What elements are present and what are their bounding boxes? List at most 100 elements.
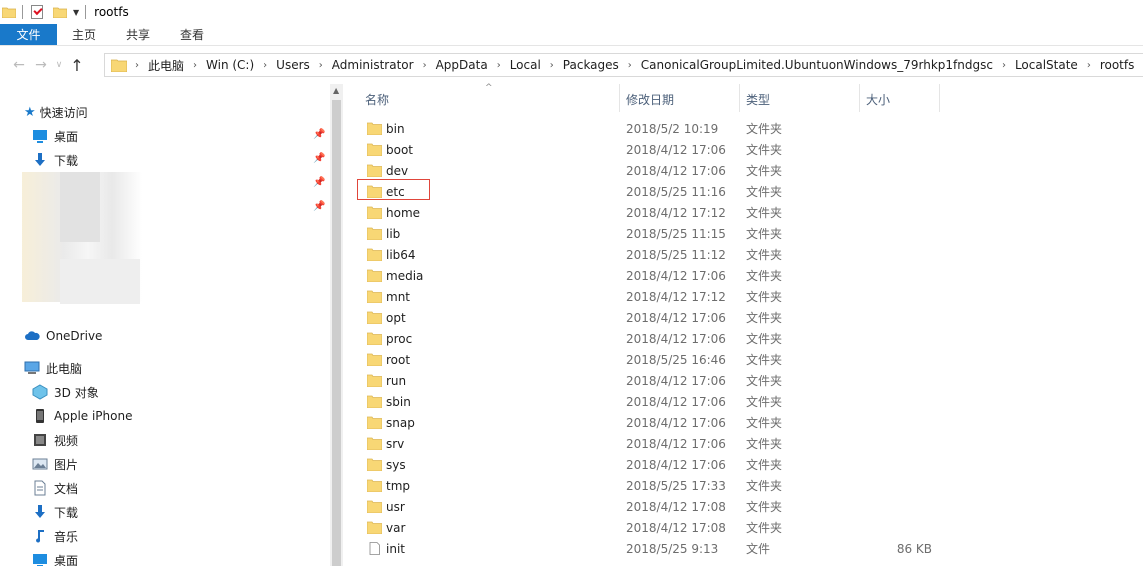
sidebar-item-3d-objects[interactable]: 3D 对象	[32, 381, 99, 403]
breadcrumb-chevron-icon[interactable]: ›	[319, 60, 323, 71]
file-row[interactable]: tmp 2018/5/25 17:33 文件夹	[357, 475, 977, 496]
breadcrumb-chevron-icon[interactable]: ›	[550, 60, 554, 71]
column-divider[interactable]	[739, 84, 740, 112]
new-folder-icon[interactable]	[53, 7, 67, 18]
file-row[interactable]: root 2018/5/25 16:46 文件夹	[357, 349, 977, 370]
sidebar-item-pictures[interactable]: 图片	[32, 453, 78, 475]
file-row[interactable]: lib64 2018/5/25 11:12 文件夹	[357, 244, 977, 265]
file-row[interactable]: sys 2018/4/12 17:06 文件夹	[357, 454, 977, 475]
breadcrumb-chevron-icon[interactable]: ›	[497, 60, 501, 71]
file-name-cell[interactable]: var	[367, 517, 405, 538]
scroll-up-icon[interactable]: ▲	[333, 86, 339, 95]
file-name-cell[interactable]: init	[367, 538, 405, 559]
file-name-cell[interactable]: bin	[367, 118, 405, 139]
column-header-size[interactable]: 大小	[866, 88, 890, 110]
sidebar-item-download[interactable]: 下载	[32, 501, 78, 523]
file-name-cell[interactable]: lib	[367, 223, 400, 244]
breadcrumb-chevron-icon[interactable]: ›	[1087, 60, 1091, 71]
file-row[interactable]: srv 2018/4/12 17:06 文件夹	[357, 433, 977, 454]
breadcrumb-item[interactable]: AppData	[436, 58, 488, 72]
file-name-cell[interactable]: mnt	[367, 286, 410, 307]
file-row[interactable]: boot 2018/4/12 17:06 文件夹	[357, 139, 977, 160]
tab-home[interactable]: 主页	[57, 24, 111, 45]
properties-icon[interactable]	[31, 5, 43, 19]
sidebar-item-onedrive[interactable]: OneDrive	[24, 325, 102, 347]
file-row[interactable]: opt 2018/4/12 17:06 文件夹	[357, 307, 977, 328]
address-bar[interactable]: › 此电脑 › Win (C:) › Users › Administrator › AppDa…	[104, 53, 1143, 77]
pin-icon[interactable]: 📌	[313, 129, 325, 140]
scroll-thumb[interactable]	[332, 100, 341, 566]
column-header-type[interactable]: 类型	[746, 88, 770, 110]
sidebar-item-video[interactable]: 视频	[32, 429, 78, 451]
sidebar-item-downloads[interactable]: 下载	[32, 149, 78, 171]
file-name-cell[interactable]: sys	[367, 454, 406, 475]
file-row[interactable]: home 2018/4/12 17:12 文件夹	[357, 202, 977, 223]
back-arrow-icon[interactable]: ←	[8, 57, 30, 73]
file-name-cell[interactable]: snap	[367, 412, 415, 433]
file-row[interactable]: media 2018/4/12 17:06 文件夹	[357, 265, 977, 286]
file-name-cell[interactable]: dev	[367, 160, 408, 181]
file-name-cell[interactable]: opt	[367, 307, 406, 328]
file-name-cell[interactable]: srv	[367, 433, 404, 454]
pin-icon[interactable]: 📌	[313, 177, 325, 188]
file-row[interactable]: usr 2018/4/12 17:08 文件夹	[357, 496, 977, 517]
file-row[interactable]: snap 2018/4/12 17:06 文件夹	[357, 412, 977, 433]
column-header-date[interactable]: 修改日期	[626, 88, 674, 110]
recent-locations-chevron-icon[interactable]: ∨	[52, 60, 66, 70]
file-name-cell[interactable]: run	[367, 370, 406, 391]
column-divider[interactable]	[859, 84, 860, 112]
forward-arrow-icon[interactable]: →	[30, 57, 52, 73]
file-row[interactable]: sbin 2018/4/12 17:06 文件夹	[357, 391, 977, 412]
file-name-cell[interactable]: tmp	[367, 475, 410, 496]
breadcrumb-item[interactable]: rootfs	[1100, 58, 1135, 72]
sidebar-item-documents[interactable]: 文档	[32, 477, 78, 499]
file-row[interactable]: bin 2018/5/2 10:19 文件夹	[357, 118, 977, 139]
sidebar-item-desktop[interactable]: 桌面	[32, 125, 78, 147]
file-name-cell[interactable]: sbin	[367, 391, 411, 412]
file-name-cell[interactable]: proc	[367, 328, 412, 349]
file-row[interactable]: init 2018/5/25 9:13 文件 86 KB	[357, 538, 977, 559]
breadcrumb-item[interactable]: Local	[510, 58, 541, 72]
file-row[interactable]: mnt 2018/4/12 17:12 文件夹	[357, 286, 977, 307]
file-row[interactable]: proc 2018/4/12 17:06 文件夹	[357, 328, 977, 349]
breadcrumb-chevron-icon[interactable]: ›	[135, 60, 139, 71]
breadcrumb-item[interactable]: Administrator	[332, 58, 414, 72]
tab-view[interactable]: 查看	[165, 24, 219, 45]
file-row[interactable]: dev 2018/4/12 17:06 文件夹	[357, 160, 977, 181]
column-divider[interactable]	[939, 84, 940, 112]
sidebar-item-music[interactable]: 音乐	[32, 525, 78, 547]
breadcrumb-item[interactable]: Win (C:)	[206, 58, 254, 72]
pin-icon[interactable]: 📌	[313, 153, 325, 164]
file-row[interactable]: var 2018/4/12 17:08 文件夹	[357, 517, 977, 538]
file-name-cell[interactable]: media	[367, 265, 423, 286]
breadcrumb-chevron-icon[interactable]: ›	[628, 60, 632, 71]
file-name-cell[interactable]: usr	[367, 496, 405, 517]
breadcrumb-item[interactable]: CanonicalGroupLimited.UbuntuonWindows_79…	[641, 58, 993, 72]
breadcrumb-chevron-icon[interactable]: ›	[263, 60, 267, 71]
column-header-name[interactable]: 名称	[365, 88, 389, 110]
file-name-cell[interactable]: lib64	[367, 244, 416, 265]
file-row[interactable]: run 2018/4/12 17:06 文件夹	[357, 370, 977, 391]
breadcrumb-chevron-icon[interactable]: ›	[1002, 60, 1006, 71]
tab-file[interactable]: 文件	[0, 24, 57, 45]
pin-icon[interactable]: 📌	[313, 201, 325, 212]
breadcrumb-chevron-icon[interactable]: ›	[193, 60, 197, 71]
tab-share[interactable]: 共享	[111, 24, 165, 45]
file-name-cell[interactable]: root	[367, 349, 410, 370]
breadcrumb-chevron-icon[interactable]: ›	[423, 60, 427, 71]
file-row[interactable]: lib 2018/5/25 11:15 文件夹	[357, 223, 977, 244]
sidebar-item-phone[interactable]: Apple iPhone	[32, 405, 132, 427]
breadcrumb-item[interactable]: LocalState	[1015, 58, 1078, 72]
sidebar-item-desktop[interactable]: 桌面	[32, 549, 78, 566]
file-name-cell[interactable]: home	[367, 202, 420, 223]
sidebar-item-this-pc[interactable]: 此电脑	[24, 357, 82, 379]
breadcrumb-item[interactable]: Users	[276, 58, 310, 72]
sidebar-item-quick-access[interactable]: ★ 快速访问	[24, 101, 88, 123]
up-arrow-icon[interactable]: ↑	[66, 56, 88, 75]
file-row[interactable]: etc 2018/5/25 11:16 文件夹	[357, 181, 977, 202]
breadcrumb-item[interactable]: 此电脑	[148, 57, 184, 74]
column-divider[interactable]	[619, 84, 620, 112]
quick-access-dropdown-icon[interactable]: ▼	[73, 8, 79, 17]
file-name-cell[interactable]: boot	[367, 139, 413, 160]
breadcrumb-item[interactable]: Packages	[563, 58, 619, 72]
